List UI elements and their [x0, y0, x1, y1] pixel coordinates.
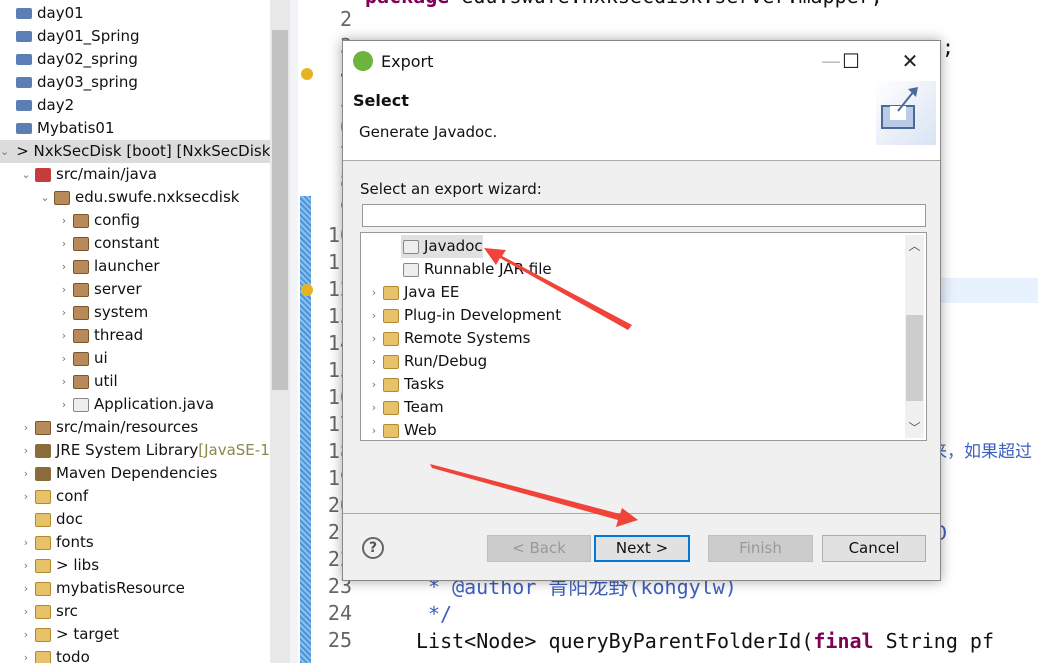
arrow-to-next — [430, 464, 638, 527]
arrow-to-javadoc — [484, 248, 632, 330]
annotation-arrows — [430, 248, 638, 527]
